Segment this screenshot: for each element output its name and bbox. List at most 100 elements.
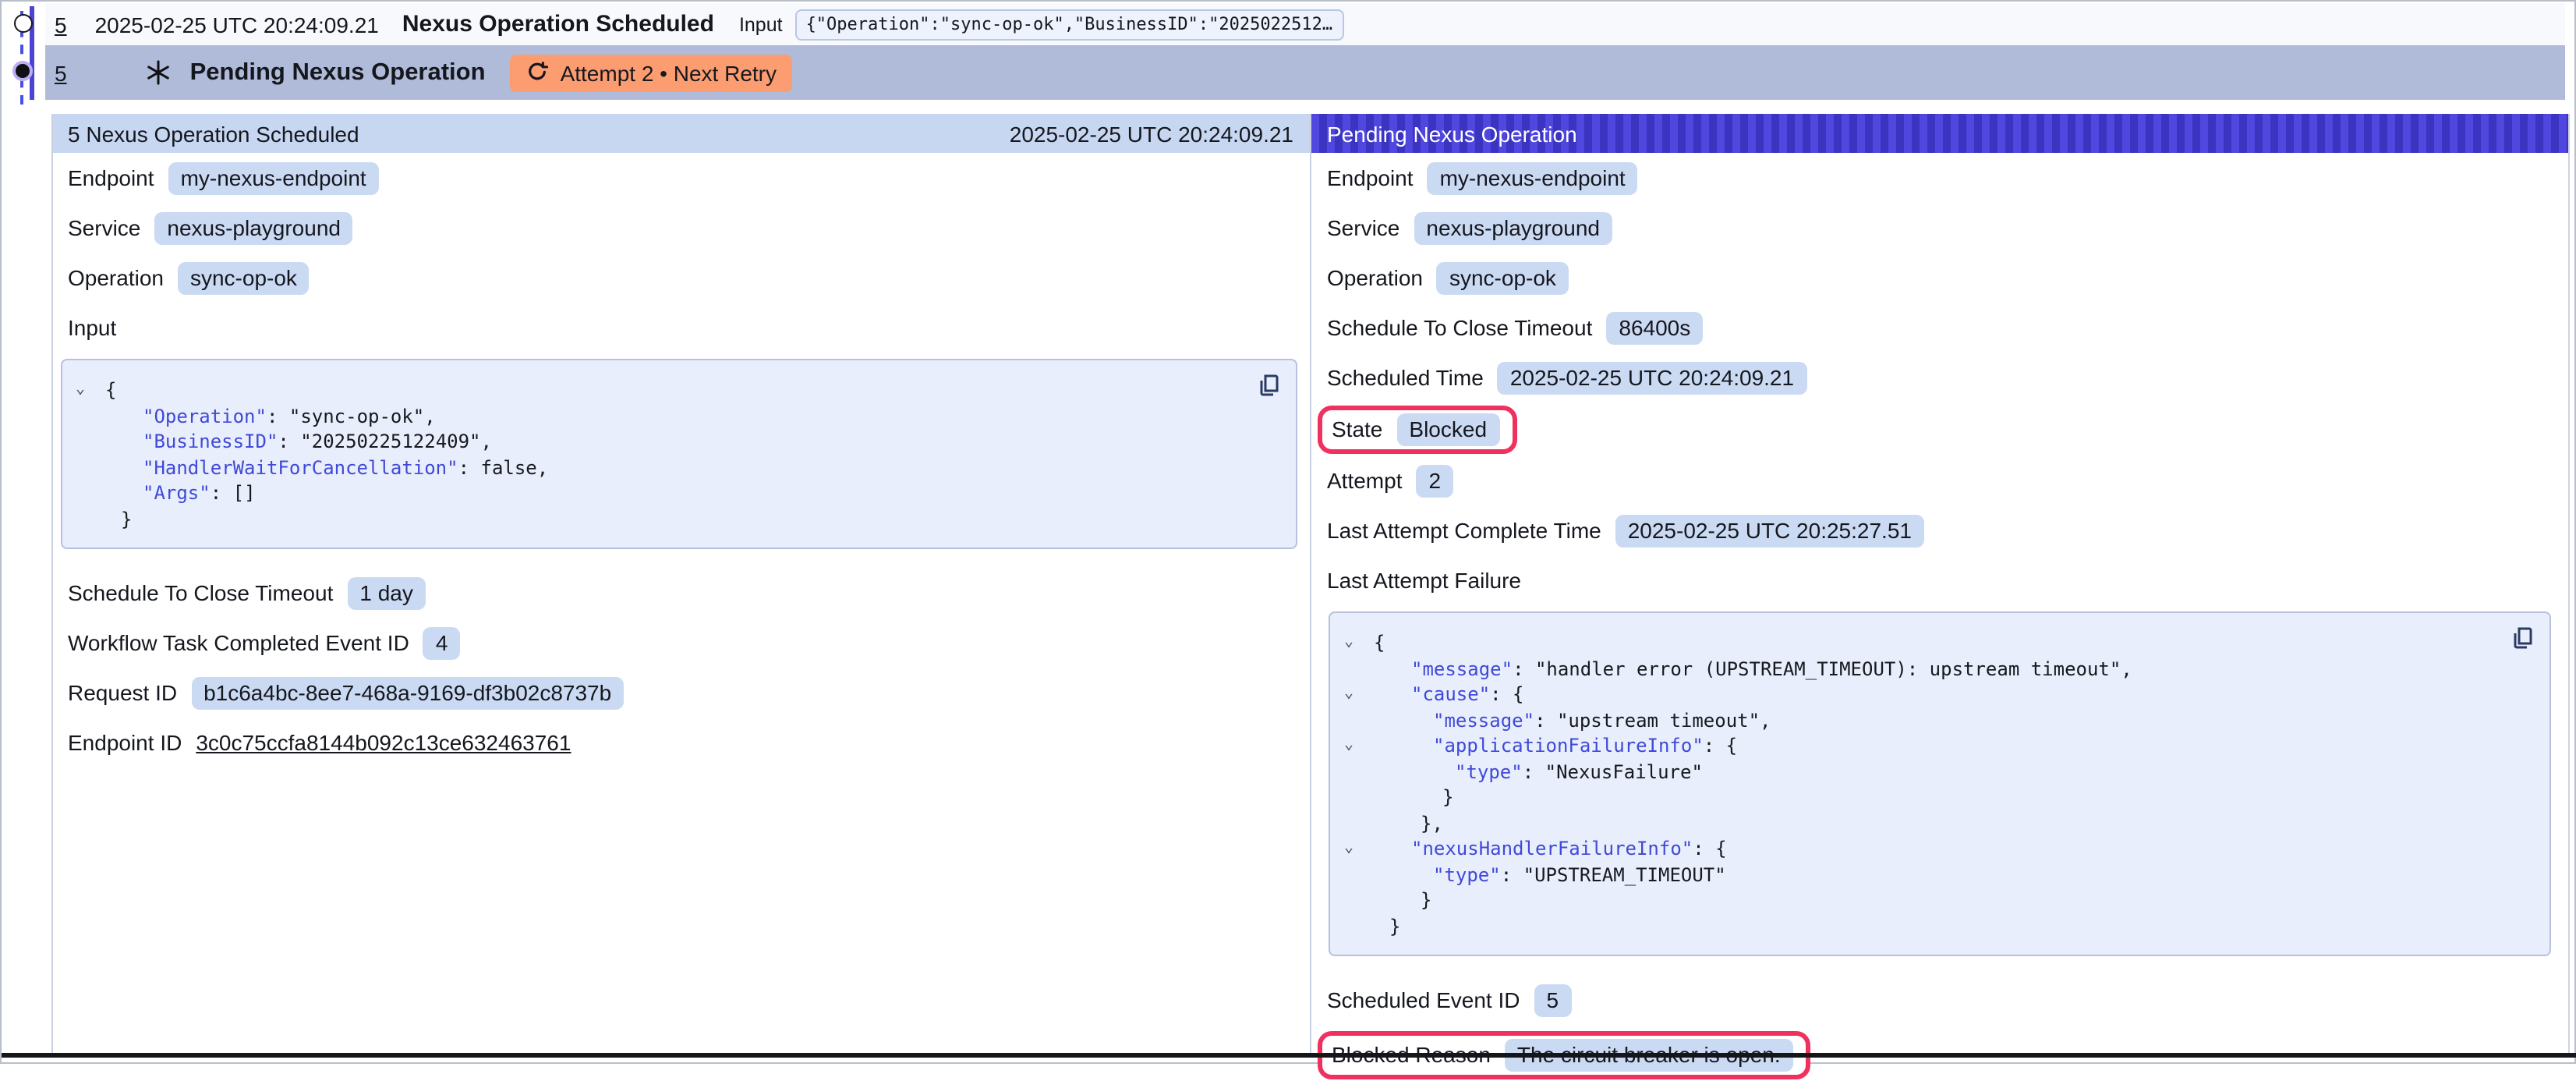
field-label: Workflow Task Completed Event ID <box>68 630 409 655</box>
retry-icon <box>526 61 550 84</box>
json-line: "Args": [] <box>71 480 1283 506</box>
bottom-divider-line <box>2 1053 2576 1058</box>
event-name: Pending Nexus Operation <box>190 58 486 87</box>
json-line: "type": "NexusFailure" <box>1339 759 2537 785</box>
field-value-chip: 86400s <box>1606 311 1703 344</box>
json-line: ⌄{ <box>71 377 1283 403</box>
field-value-chip: sync-op-ok <box>1437 261 1569 294</box>
attempt-retry-badge: Attempt 2 • Next Retry <box>511 54 792 91</box>
endpoint-id-link[interactable]: 3c0c75ccfa8144b092c13ce632463761 <box>196 730 571 755</box>
field-service: Service nexus-playground <box>52 203 1309 253</box>
field-endpoint-id: Endpoint ID 3c0c75ccfa8144b092c13ce63246… <box>52 718 1309 767</box>
field-value-chip: 4 <box>423 626 461 659</box>
json-line: ⌄"nexusHandlerFailureInfo": { <box>1339 836 2537 862</box>
field-value-chip: my-nexus-endpoint <box>1428 161 1638 194</box>
state-highlight-box: State Blocked <box>1318 405 1516 453</box>
field-value-chip: 2 <box>1417 464 1454 497</box>
field-scheduled-time: Scheduled Time 2025-02-25 UTC 20:24:09.2… <box>1311 353 2568 402</box>
field-value-chip: sync-op-ok <box>178 261 310 294</box>
field-state: State Blocked <box>1311 402 2568 455</box>
field-last-attempt-complete-time: Last Attempt Complete Time 2025-02-25 UT… <box>1311 505 2568 555</box>
event-detail-panel-scheduled: 5 Nexus Operation Scheduled 2025-02-25 U… <box>51 114 1311 1053</box>
collapse-chevron-icon[interactable]: ⌄ <box>1344 838 1353 859</box>
field-label: Service <box>68 215 140 240</box>
field-value-chip: b1c6a4bc-8ee7-468a-9169-df3b02c8737b <box>191 676 624 709</box>
field-label: Scheduled Event ID <box>1327 987 1520 1012</box>
field-value-chip: 1 day <box>347 576 426 609</box>
field-label: Operation <box>1327 265 1423 290</box>
field-label: Input <box>68 315 116 340</box>
event-id-link[interactable]: 5 <box>55 60 67 85</box>
event-name: Nexus Operation Scheduled <box>402 11 714 37</box>
field-label: Last Attempt Failure <box>1327 568 1521 593</box>
panel-header-pending: Pending Nexus Operation <box>1311 114 2568 153</box>
field-value-chip: 2025-02-25 UTC 20:25:27.51 <box>1615 514 1924 547</box>
json-line: } <box>1339 888 2537 913</box>
collapse-chevron-icon[interactable]: ⌄ <box>1344 683 1353 705</box>
state-value-chip: Blocked <box>1396 413 1499 445</box>
input-json-viewer: ⌄{"Operation": "sync-op-ok","BusinessID"… <box>60 359 1297 549</box>
event-history-list: 5 2025-02-25 UTC 20:24:09.21 Nexus Opera… <box>2 3 2565 100</box>
json-line: "message": "handler error (UPSTREAM_TIME… <box>1339 656 2537 682</box>
panel-title: 5 Nexus Operation Scheduled <box>68 121 359 146</box>
field-label: Scheduled Time <box>1327 365 1484 390</box>
timeline-event-filled-circle <box>12 61 33 81</box>
workflow-history-view: 5 2025-02-25 UTC 20:24:09.21 Nexus Opera… <box>0 0 2576 1064</box>
history-row-pending-nexus-operation[interactable]: 5 Pending Nexus Operation Attempt 2 • Ne… <box>45 45 2565 100</box>
attempt-retry-badge-label: Attempt 2 • Next Retry <box>561 60 777 85</box>
field-value-chip: 2025-02-25 UTC 20:24:09.21 <box>1498 361 1806 394</box>
collapse-chevron-icon[interactable]: ⌄ <box>1344 735 1353 757</box>
json-line: ⌄"cause": { <box>1339 682 2537 707</box>
field-label: Endpoint <box>1327 165 1414 190</box>
field-endpoint: Endpoint my-nexus-endpoint <box>52 153 1309 203</box>
panel-header-scheduled: 5 Nexus Operation Scheduled 2025-02-25 U… <box>52 114 1309 153</box>
field-value-chip: 5 <box>1534 984 1572 1016</box>
collapse-chevron-icon[interactable]: ⌄ <box>76 379 85 401</box>
event-id-link[interactable]: 5 <box>55 12 67 37</box>
field-request-id: Request ID b1c6a4bc-8ee7-468a-9169-df3b0… <box>52 668 1309 718</box>
json-line: "type": "UPSTREAM_TIMEOUT" <box>1339 862 2537 888</box>
field-operation: Operation sync-op-ok <box>52 253 1309 303</box>
json-line: "HandlerWaitForCancellation": false, <box>71 455 1283 480</box>
field-operation: Operation sync-op-ok <box>1311 253 2568 303</box>
field-label: Endpoint <box>68 165 154 190</box>
panel-timestamp: 2025-02-25 UTC 20:24:09.21 <box>1010 121 1293 146</box>
json-line: ⌄{ <box>1339 630 2537 656</box>
field-label: Operation <box>68 265 164 290</box>
field-endpoint: Endpoint my-nexus-endpoint <box>1311 153 2568 203</box>
input-label: Input <box>739 13 783 35</box>
pending-nexus-operation-panel: Pending Nexus Operation Endpoint my-nexu… <box>1311 114 2570 1053</box>
field-label: Service <box>1327 215 1399 240</box>
field-attempt: Attempt 2 <box>1311 455 2568 505</box>
json-line: }, <box>1339 810 2537 836</box>
input-preview-chip[interactable]: {"Operation":"sync-op-ok","BusinessID":"… <box>795 9 1344 40</box>
json-line: } <box>1339 913 2537 939</box>
field-service: Service nexus-playground <box>1311 203 2568 253</box>
json-line: } <box>71 506 1283 532</box>
field-label: Schedule To Close Timeout <box>1327 315 1592 340</box>
field-schedule-to-close-timeout: Schedule To Close Timeout 86400s <box>1311 303 2568 353</box>
field-label: Attempt <box>1327 468 1403 493</box>
field-scheduled-event-id: Scheduled Event ID 5 <box>1311 975 2568 1025</box>
field-value-chip: nexus-playground <box>1414 211 1612 244</box>
last-attempt-failure-json-viewer: ⌄{"message": "handler error (UPSTREAM_TI… <box>1329 611 2551 956</box>
field-label: State <box>1332 416 1382 441</box>
field-label: Last Attempt Complete Time <box>1327 518 1601 543</box>
timeline-event-open-circle <box>13 14 32 33</box>
json-line: "message": "upstream timeout", <box>1339 707 2537 733</box>
field-last-attempt-failure-label: Last Attempt Failure <box>1311 555 2568 605</box>
event-timestamp: 2025-02-25 UTC 20:24:09.21 <box>95 12 379 37</box>
history-row-nexus-operation-scheduled[interactable]: 5 2025-02-25 UTC 20:24:09.21 Nexus Opera… <box>45 3 2565 45</box>
field-label: Endpoint ID <box>68 730 182 755</box>
field-input-label: Input <box>52 303 1309 353</box>
pending-asterisk-icon <box>145 59 172 86</box>
json-line: } <box>1339 785 2537 810</box>
field-label: Schedule To Close Timeout <box>68 580 333 605</box>
collapse-chevron-icon[interactable]: ⌄ <box>1344 632 1353 654</box>
field-workflow-task-completed-event-id: Workflow Task Completed Event ID 4 <box>52 618 1309 668</box>
json-line: ⌄"applicationFailureInfo": { <box>1339 733 2537 759</box>
field-value-chip: my-nexus-endpoint <box>168 161 379 194</box>
panel-title: Pending Nexus Operation <box>1327 121 1577 146</box>
json-line: "BusinessID": "20250225122409", <box>71 429 1283 455</box>
field-value-chip: nexus-playground <box>154 211 353 244</box>
